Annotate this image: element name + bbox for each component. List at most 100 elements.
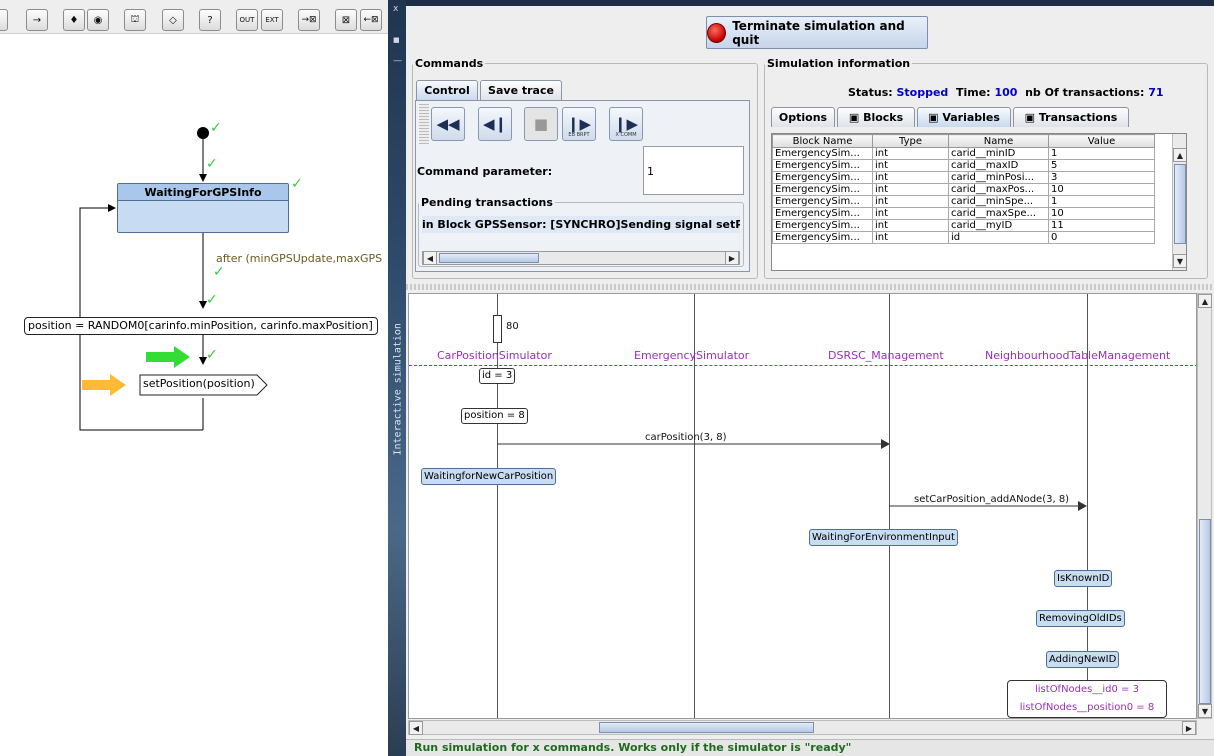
tab-variables[interactable]: ▣ Variables	[917, 107, 1011, 127]
table-scrollbar[interactable]: ▲ ▼	[1172, 134, 1186, 270]
state-is-known-id[interactable]: IsKnownID	[1054, 570, 1113, 587]
clear-icon[interactable]: ⊠	[335, 9, 357, 31]
instance-dsrsc-management[interactable]: DSRSC_Management	[828, 349, 944, 362]
close-icon[interactable]: x	[393, 4, 398, 14]
scroll-right-icon[interactable]: ▶	[725, 251, 739, 265]
check-icon: ✓	[206, 156, 218, 172]
stop-button[interactable]: ■	[524, 107, 558, 141]
variable-updates[interactable]: listOfNodes__id0 = 3 listOfNodes__positi…	[1007, 680, 1167, 718]
sequence-diagram[interactable]: 80 CarPositionSimulator EmergencySimulat…	[408, 293, 1197, 719]
state-name: WaitingForGPSInfo	[118, 184, 288, 201]
scroll-thumb[interactable]	[439, 253, 539, 263]
table-row[interactable]: EmergencySim... int carid__minID 1	[772, 147, 1155, 160]
run-x-commands-button[interactable]: ❙▶ X COMM	[609, 107, 643, 141]
status-value: Stopped	[896, 86, 949, 99]
send-signal-icon[interactable]: OUT	[236, 9, 258, 31]
tab-control[interactable]: Control	[416, 80, 478, 100]
table-row[interactable]: EmergencySim... int carid__minPosi... 3	[772, 171, 1155, 184]
time-label: 80	[506, 321, 519, 332]
variables-table[interactable]: Block Name Type Name Value EmergencySim.…	[771, 133, 1187, 271]
scroll-left-icon[interactable]: ◀	[423, 251, 437, 265]
state-waiting-for-environment-input[interactable]: WaitingForEnvironmentInput	[809, 529, 958, 546]
state-adding-new-id[interactable]: AddingNewID	[1046, 651, 1120, 668]
siminfo-legend: Simulation information	[767, 57, 911, 70]
pending-transaction-item[interactable]: in Block GPSSensor: [SYNCHRO]Sending sig…	[422, 216, 740, 233]
scroll-thumb[interactable]	[599, 722, 814, 733]
id-assignment[interactable]: id = 3	[479, 368, 516, 384]
commands-legend: Commands	[415, 57, 484, 70]
transactions-count: 71	[1148, 86, 1164, 99]
scroll-down-icon[interactable]: ▼	[1173, 254, 1186, 268]
command-parameter-input[interactable]: 1	[643, 146, 744, 195]
tab-options[interactable]: Options	[771, 107, 835, 127]
scroll-up-icon[interactable]: ▲	[1173, 148, 1186, 162]
instance-car-position-simulator[interactable]: CarPositionSimulator	[437, 349, 552, 362]
scroll-thumb[interactable]	[1174, 164, 1186, 244]
instance-emergency-simulator[interactable]: EmergencySimulator	[634, 349, 749, 362]
state-removing-old-ids[interactable]: RemovingOldIDs	[1036, 610, 1125, 627]
status-line: Status: Stopped Time: 100 nb Of transact…	[848, 86, 1164, 99]
grip-handle[interactable]	[419, 104, 429, 144]
col-name[interactable]: Name	[948, 134, 1049, 148]
transition-guard: after (minGPSUpdate,maxGPS	[216, 252, 383, 265]
vertical-title: Interactive simulation	[392, 323, 404, 456]
request-icon[interactable]: →⊠	[298, 9, 320, 31]
action-state-icon[interactable]: ⛫	[124, 9, 146, 31]
table-row[interactable]: EmergencySim... int carid__minSpe... 1	[772, 195, 1155, 208]
command-parameter-label: Command parameter:	[417, 165, 553, 178]
table-row[interactable]: EmergencySim... int carid__maxPos... 10	[772, 183, 1155, 196]
pending-legend: Pending transactions	[421, 196, 553, 209]
check-icon: ✓	[213, 264, 225, 280]
state-waiting-for-new-car-position[interactable]: WaitingforNewCarPosition	[421, 468, 557, 485]
tab-transactions[interactable]: ▣ Transactions	[1013, 107, 1129, 127]
choice-icon[interactable]: ◇	[162, 9, 184, 31]
step-back-button[interactable]: ◀❙	[478, 107, 512, 141]
start-node[interactable]	[197, 127, 209, 139]
sequence-hscrollbar[interactable]: ◀ ▶	[408, 720, 1197, 735]
run-to-breakpoint-button[interactable]: ❙▶ EB BRPT	[562, 107, 596, 141]
stop-state-icon[interactable]: ◉	[87, 9, 109, 31]
arrow-right-icon[interactable]: →	[26, 9, 48, 31]
col-block-name[interactable]: Block Name	[772, 134, 873, 148]
state-waiting-for-gps-info[interactable]: WaitingForGPSInfo	[117, 183, 289, 233]
external-icon[interactable]: EXT	[261, 9, 283, 31]
receive-request-icon[interactable]: ←⊠	[360, 9, 382, 31]
table-row[interactable]: EmergencySim... int id 0	[772, 231, 1155, 244]
check-icon: ✓	[210, 120, 222, 136]
message-arrow	[889, 501, 1087, 511]
scroll-thumb[interactable]	[1199, 519, 1211, 704]
signal-label: setPosition(position)	[143, 377, 255, 390]
maximize-icon[interactable]: ■	[393, 36, 400, 44]
green-arrow-icon	[146, 346, 190, 368]
orange-arrow-icon	[82, 374, 126, 396]
rewind-button[interactable]: ◀◀	[431, 107, 465, 141]
col-type[interactable]: Type	[872, 134, 949, 148]
terminate-button[interactable]: Terminate simulation and quit	[706, 16, 928, 49]
toolbar-edge	[0, 9, 8, 31]
position-assignment[interactable]: position = 8	[461, 408, 528, 424]
stop-icon	[707, 22, 727, 43]
tab-blocks[interactable]: ▣ Blocks	[837, 107, 915, 127]
col-value[interactable]: Value	[1048, 134, 1155, 148]
junction-icon[interactable]: ♦	[63, 9, 85, 31]
table-row[interactable]: EmergencySim... int carid__myID 11	[772, 219, 1155, 232]
terminate-label: Terminate simulation and quit	[732, 18, 905, 47]
sequence-vscrollbar[interactable]: ▲ ▼	[1197, 293, 1212, 719]
scroll-right-icon[interactable]: ▶	[1182, 721, 1196, 735]
split-handle[interactable]	[406, 284, 1214, 290]
scroll-left-icon[interactable]: ◀	[409, 721, 423, 735]
tab-save-trace[interactable]: Save trace	[480, 80, 562, 100]
status-bar: Run simulation for x commands. Works onl…	[406, 739, 1214, 756]
receive-icon[interactable]: ?	[199, 9, 221, 31]
minimize-icon[interactable]: —	[393, 56, 402, 66]
table-row[interactable]: EmergencySim... int carid__maxID 5	[772, 159, 1155, 172]
table-row[interactable]: EmergencySim... int carid__maxSpe... 10	[772, 207, 1155, 220]
check-icon: ✓	[206, 292, 218, 308]
split-divider[interactable]: x ■ — Interactive simulation	[388, 0, 406, 756]
instance-neighbourhood-table[interactable]: NeighbourhoodTableManagement	[985, 349, 1170, 362]
action-box[interactable]: position = RANDOM0[carinfo.minPosition, …	[24, 317, 378, 335]
scroll-down-icon[interactable]: ▼	[1198, 704, 1212, 718]
scroll-up-icon[interactable]: ▲	[1198, 294, 1212, 308]
pending-scrollbar[interactable]: ◀ ▶	[422, 251, 740, 265]
instance-separator	[409, 365, 1196, 366]
